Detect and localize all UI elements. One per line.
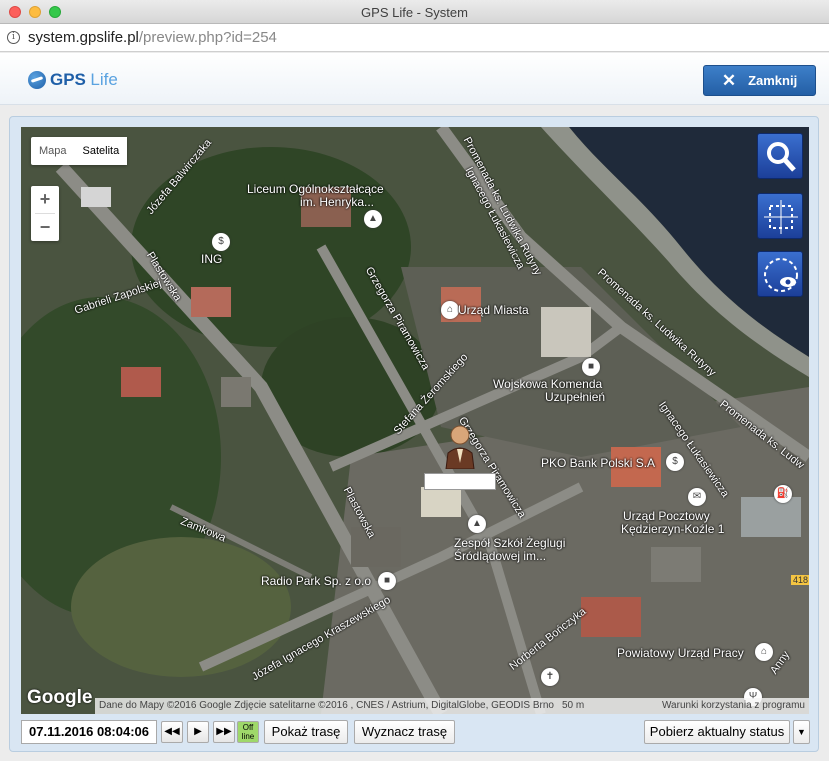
zoom-in-button[interactable]: + [31,186,59,213]
atm-icon[interactable]: $ [212,233,230,251]
gas-station-icon[interactable]: ⛽ [774,485,792,503]
datetime-display: 07.11.2016 08:04:06 [21,720,157,744]
playback-controls: 07.11.2016 08:04:06 ◀◀ ▶ ▶▶ Off line Pok… [21,720,811,744]
offline-bottom: line [241,732,255,741]
poi-label-poczta: Urząd Pocztowy [623,509,710,523]
poi-label-wojskowa: Wojskowa Komenda [493,377,603,391]
info-icon[interactable]: i [7,31,20,44]
poi-label-urzad-miasta: Urząd Miasta [458,303,529,317]
poi-label-zespol-2: Śródlądowej im... [454,549,547,563]
close-button[interactable]: ✕ Zamknij [703,65,816,96]
globe-icon [28,71,46,89]
poi-label-pko: PKO Bank Polski S.A [541,456,656,470]
show-route-button[interactable]: Pokaż trasę [264,720,348,744]
map-type-control: Mapa Satelita [31,137,128,165]
logo-life-text: Life [90,70,118,89]
window-title: GPS Life - System [361,5,468,20]
church-icon[interactable]: ✝ [541,668,559,686]
school-icon[interactable]: ▲ [364,210,382,228]
poi-label-zespol: Zespół Szkół Żeglugi [454,536,566,550]
offline-toggle[interactable]: Off line [237,721,259,743]
view-area-tool-button[interactable] [757,251,803,297]
poi-label-liceum: Liceum Ogólnokształcące [247,182,384,196]
satellite-map[interactable]: Mapa Satelita + − Liceum Ogólnokształcąc… [21,127,809,714]
poi-label-liceum-2: im. Henryka... [300,195,375,209]
selection-icon [764,200,798,234]
building-icon[interactable]: ■ [582,358,600,376]
zoom-control: + − [31,186,59,241]
post-office-icon[interactable]: ✉ [688,488,706,506]
offline-top: Off [242,723,254,732]
search-tool-button[interactable] [757,133,803,179]
status-dropdown-button[interactable]: ▼ [793,720,810,744]
poi-label-powiat: Powiatowy Urząd Pracy [617,646,744,660]
map-type-satelita[interactable]: Satelita [74,137,128,165]
building-icon-2[interactable]: ■ [378,572,396,590]
poi-label-ing: ING [201,252,223,266]
scale-bar [588,698,658,714]
eye-icon [764,258,798,292]
close-icon: ✕ [721,70,737,90]
person-name-label [424,473,496,490]
school-icon-2[interactable]: ▲ [468,515,486,533]
address-bar[interactable]: i system.gpslife.pl/preview.php?id=254 [0,24,829,52]
zoom-out-button[interactable]: − [31,214,59,241]
rewind-button[interactable]: ◀◀ [161,721,183,743]
city-hall-icon[interactable]: ⌂ [441,301,459,319]
gpslife-logo: GPS Life [28,69,118,91]
select-area-tool-button[interactable] [757,193,803,239]
bank-icon[interactable]: $ [666,453,684,471]
person-marker-icon[interactable] [444,423,476,469]
government-icon[interactable]: ⌂ [755,643,773,661]
close-label: Zamknij [748,73,798,88]
poi-label-radio: Radio Park Sp. z o.o [261,574,372,588]
google-logo: Google [27,687,93,708]
play-button[interactable]: ▶ [187,721,209,743]
logo-gps-text: GPS [50,70,86,89]
map-attribution: Dane do Mapy ©2016 Google Zdjęcie sateli… [95,698,809,714]
scale-label: 50 m [561,700,585,711]
url-text[interactable]: system.gpslife.pl/preview.php?id=254 [28,29,277,46]
get-status-button[interactable]: Pobierz aktualny status [644,720,790,744]
window-titlebar: GPS Life - System [0,0,829,24]
terms-link[interactable]: Warunki korzystania z programu [658,698,809,714]
attribution-text: Dane do Mapy ©2016 Google Zdjęcie sateli… [99,700,554,711]
fast-forward-button[interactable]: ▶▶ [213,721,235,743]
magnifier-icon [767,142,796,172]
poi-label-poczta-2: Kędzierzyn-Koźle 1 [621,522,725,536]
road-number-badge: 418 [791,575,809,585]
poi-label-wojskowa-2: Uzupełnień [545,390,606,404]
map-type-mapa[interactable]: Mapa [31,137,75,165]
plan-route-button[interactable]: Wyznacz trasę [354,720,455,744]
